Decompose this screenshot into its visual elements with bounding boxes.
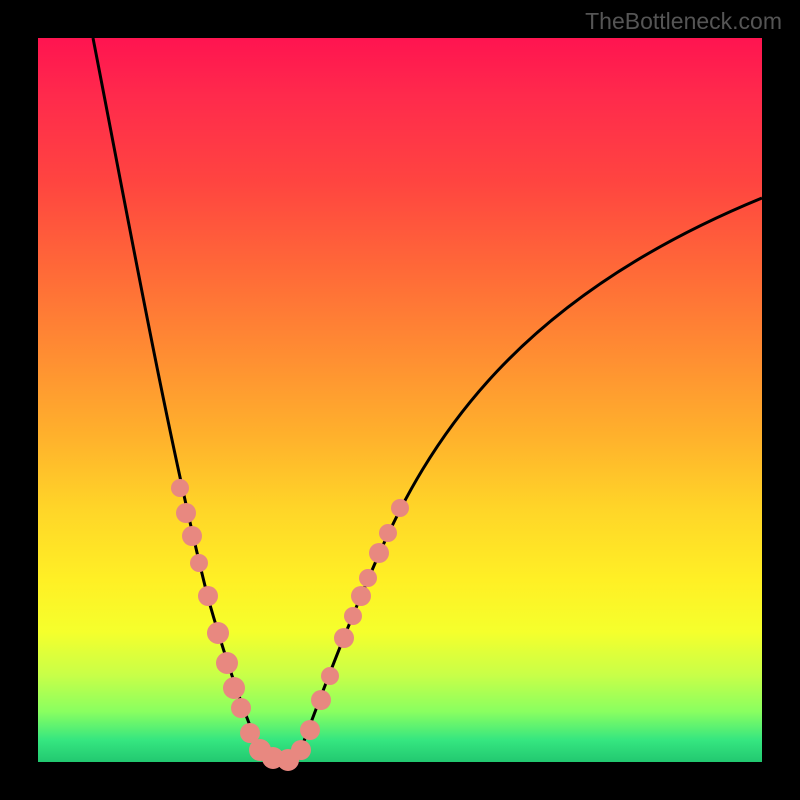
chart-data-dot	[216, 652, 238, 674]
chart-data-dot	[182, 526, 202, 546]
chart-data-dot	[190, 554, 208, 572]
watermark-text: TheBottleneck.com	[585, 8, 782, 35]
chart-data-dot	[176, 503, 196, 523]
chart-data-dot	[291, 740, 311, 760]
chart-data-dot	[351, 586, 371, 606]
chart-data-dot	[391, 499, 409, 517]
chart-dots-layer	[38, 38, 762, 762]
chart-plot-area	[38, 38, 762, 762]
chart-data-dot	[231, 698, 251, 718]
chart-data-dot	[198, 586, 218, 606]
chart-data-dot	[379, 524, 397, 542]
chart-data-dot	[321, 667, 339, 685]
chart-data-dot	[334, 628, 354, 648]
chart-data-dot	[223, 677, 245, 699]
chart-data-dot	[300, 720, 320, 740]
chart-data-dot	[311, 690, 331, 710]
chart-data-dot	[344, 607, 362, 625]
chart-data-dot	[369, 543, 389, 563]
chart-data-dot	[171, 479, 189, 497]
chart-data-dot	[207, 622, 229, 644]
chart-data-dot	[359, 569, 377, 587]
